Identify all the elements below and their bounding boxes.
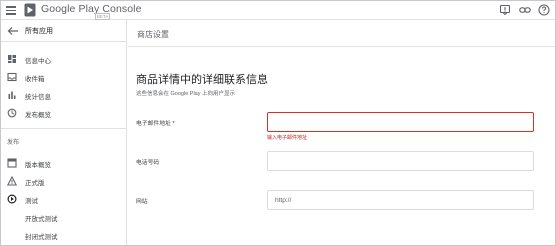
top-app-bar: Google Play Console BETA <box>0 0 556 20</box>
sidebar-item-label: 封闭式测试 <box>25 234 58 241</box>
sidebar-divider <box>0 128 127 129</box>
production-icon <box>7 176 17 186</box>
phone-field[interactable] <box>267 151 534 171</box>
sidebar-item-label: 正式版 <box>25 180 45 187</box>
email-label: 电子邮件地址 * <box>136 121 175 127</box>
sidebar: 所有应用 信息中心 收件箱 统计信息 发布概览 发布 版本概览 正式版 测试 开… <box>0 20 127 246</box>
help-icon[interactable] <box>538 4 550 16</box>
phone-label: 电话号码 <box>136 160 160 166</box>
all-apps-label: 所有应用 <box>25 28 53 35</box>
sidebar-item-closed-testing[interactable]: 封闭式测试 <box>0 228 127 242</box>
testing-icon <box>7 194 17 204</box>
sidebar-item-label: 发布概览 <box>25 112 51 119</box>
link-icon[interactable] <box>519 4 531 16</box>
sidebar-item-inbox[interactable]: 收件箱 <box>0 70 127 84</box>
website-field[interactable] <box>267 190 534 210</box>
website-label: 网站 <box>136 199 148 205</box>
bar-chart-icon <box>8 91 16 99</box>
sidebar-item-label: 测试 <box>25 198 38 205</box>
sidebar-item-label: 收件箱 <box>25 76 45 83</box>
play-logo-icon <box>24 3 36 17</box>
beta-badge: BETA <box>95 13 111 20</box>
arrow-back-icon <box>7 27 18 35</box>
sidebar-item-testing[interactable]: 测试 <box>0 192 127 206</box>
brand-title: Google Play Console <box>41 3 142 15</box>
sidebar-item-label: 信息中心 <box>25 58 51 65</box>
sidebar-item-open-testing[interactable]: 开放式测试 <box>0 210 127 224</box>
notifications-icon[interactable] <box>499 4 511 16</box>
publish-overview-icon <box>7 108 17 118</box>
all-apps-back-button[interactable]: 所有应用 <box>0 20 127 42</box>
release-section-title: 发布 <box>7 140 20 146</box>
sidebar-item-label: 开放式测试 <box>25 216 58 223</box>
dashboard-icon <box>8 55 16 63</box>
inbox-icon <box>7 72 17 82</box>
section-heading: 商品详情中的详细联系信息 <box>136 74 268 86</box>
sidebar-item-dashboard[interactable]: 信息中心 <box>0 52 127 66</box>
sidebar-item-production[interactable]: 正式版 <box>0 174 127 188</box>
menu-icon[interactable] <box>5 4 17 16</box>
main-content: 商店设置 商品详情中的详细联系信息 这些信息会在 Google Play 上向用… <box>128 20 556 246</box>
sidebar-item-label: 统计信息 <box>25 94 51 101</box>
email-field[interactable] <box>267 112 534 132</box>
sidebar-item-label: 版本概览 <box>25 162 51 169</box>
sidebar-item-release-overview[interactable]: 版本概览 <box>0 156 127 170</box>
sidebar-item-statistics[interactable]: 统计信息 <box>0 88 127 102</box>
release-overview-icon <box>7 158 17 168</box>
email-error-message: 输入电子邮件地址 <box>267 135 308 141</box>
main-divider <box>128 46 556 47</box>
section-description: 这些信息会在 Google Play 上向用户显示 <box>136 91 236 97</box>
page-title: 商店设置 <box>137 30 169 39</box>
sidebar-item-publish-overview[interactable]: 发布概览 <box>0 106 127 120</box>
